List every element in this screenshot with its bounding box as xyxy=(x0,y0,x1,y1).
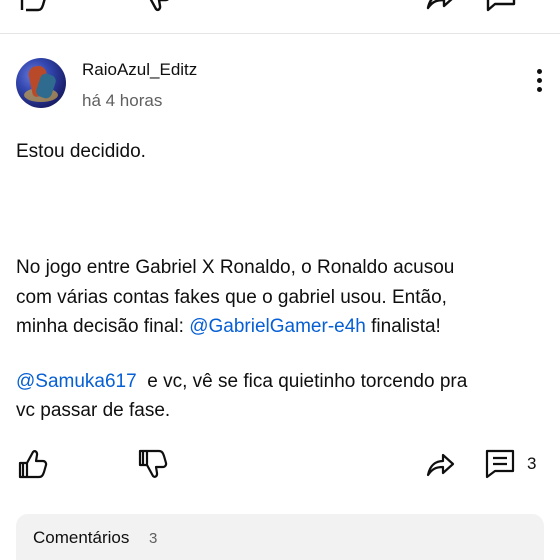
post-author[interactable]: RaioAzul_Editz xyxy=(82,60,197,80)
text-segment: finalista! xyxy=(365,316,441,337)
post-divider xyxy=(0,33,560,34)
post-text-line: No jogo entre Gabriel X Ronaldo, o Ronal… xyxy=(16,257,455,278)
mention-link[interactable]: @GabrielGamer-e4h xyxy=(189,316,366,337)
post-text-line: @Samuka617 e vc, vê se fica quietinho to… xyxy=(16,368,467,395)
comments-section[interactable]: Comentários 3 xyxy=(16,514,544,560)
avatar[interactable] xyxy=(16,58,66,108)
text-segment: e vc, vê se fica quietinho torcendo pra xyxy=(136,371,468,392)
previous-post-action-bar: 6 xyxy=(0,0,560,14)
post-text-line: com várias contas fakes que o gabriel us… xyxy=(16,287,447,308)
comment-icon[interactable] xyxy=(484,448,516,480)
comments-count: 3 xyxy=(149,530,158,547)
comment-icon[interactable] xyxy=(485,0,517,12)
post-text-line: vc passar de fase. xyxy=(16,400,171,421)
mention-link[interactable]: @Samuka617 xyxy=(16,371,137,392)
more-options-icon[interactable] xyxy=(530,69,548,99)
text-segment: minha decisão final: xyxy=(16,316,190,337)
thumbs-down-icon[interactable] xyxy=(140,0,172,12)
thumbs-up-icon[interactable] xyxy=(16,0,48,12)
share-icon[interactable] xyxy=(424,448,456,480)
comment-count: 3 xyxy=(527,454,537,473)
share-icon[interactable] xyxy=(424,0,456,12)
thumbs-down-icon[interactable] xyxy=(137,448,169,480)
post-time: há 4 horas xyxy=(82,91,163,110)
thumbs-up-icon[interactable] xyxy=(17,448,49,480)
post-text-line: Estou decidido. xyxy=(16,141,146,162)
comment-count: 6 xyxy=(527,0,536,2)
post-text-line: minha decisão final: @GabrielGamer-e4h f… xyxy=(16,313,441,340)
comments-label: Comentários xyxy=(33,528,130,547)
